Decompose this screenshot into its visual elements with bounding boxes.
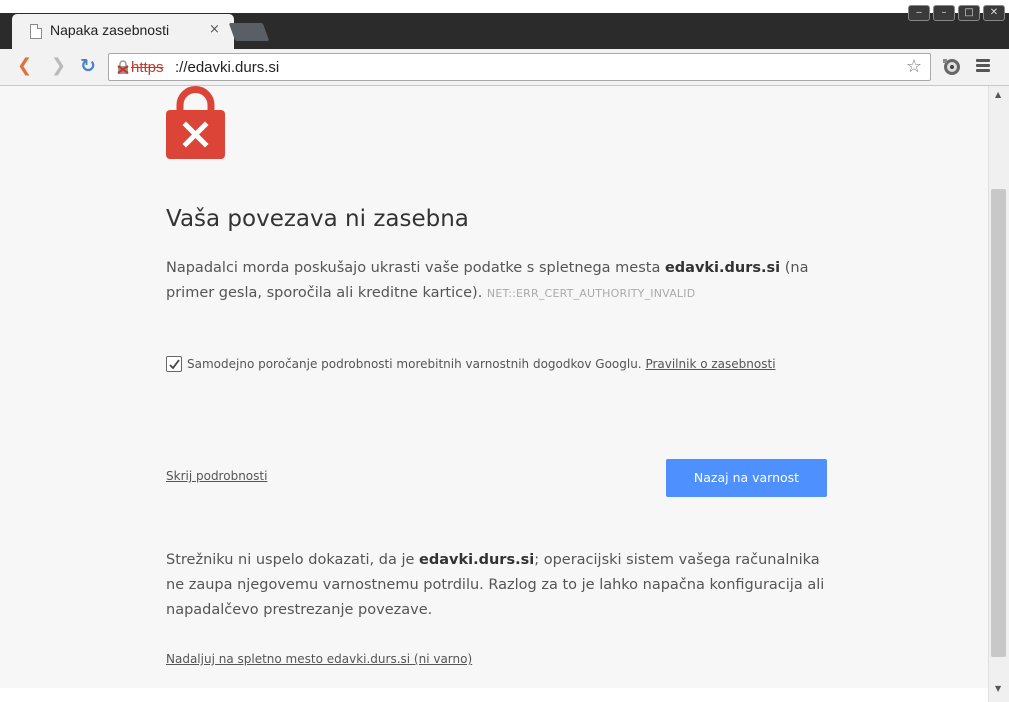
close-window-button[interactable]: ✕	[983, 5, 1005, 21]
page-title: Vaša povezava ni zasebna	[166, 206, 469, 232]
minimize-button[interactable]: –	[933, 5, 955, 21]
url-scheme: https	[131, 59, 164, 76]
details-domain: edavki.durs.si	[419, 552, 535, 568]
error-code[interactable]: NET::ERR_CERT_AUTHORITY_INVALID	[487, 287, 695, 300]
browser-toolbar: ❮ ❯ ↻ https ://edavki.durs.si ☆	[0, 49, 1009, 86]
intro-text-before: Napadalci morda poskušajo ukrasti vaše p…	[166, 260, 665, 276]
hide-details-link[interactable]: Skrij podrobnosti	[166, 469, 267, 483]
checkmark-icon	[169, 359, 180, 370]
back-button[interactable]: ❮	[17, 56, 32, 76]
new-tab-button[interactable]	[228, 23, 270, 41]
red-lock-icon	[166, 86, 225, 159]
reload-button[interactable]: ↻	[80, 56, 96, 76]
extension-icon[interactable]	[941, 57, 963, 77]
browser-tab[interactable]: Napaka zasebnosti ×	[12, 14, 234, 49]
menu-icon[interactable]	[976, 59, 990, 73]
back-to-safety-button[interactable]: Nazaj na varnost	[666, 459, 827, 497]
scroll-up-arrow-icon[interactable]: ▲	[995, 90, 1001, 99]
intro-paragraph: Napadalci morda poskušajo ukrasti vaše p…	[166, 256, 836, 306]
window-controls: ‒ – □ ✕	[908, 5, 1005, 21]
proceed-unsafe-link[interactable]: Nadaljuj na spletno mesto edavki.durs.si…	[166, 652, 472, 666]
intro-domain: edavki.durs.si	[664, 260, 781, 276]
address-bar[interactable]: https ://edavki.durs.si ☆	[108, 53, 931, 81]
details-text-before: Strežniku ni uspelo dokazati, da je	[166, 552, 420, 568]
screen-top-strip	[0, 0, 1009, 13]
tab-close-icon[interactable]: ×	[209, 22, 220, 37]
details-paragraph: Strežniku ni uspelo dokazati, da je edav…	[166, 548, 836, 623]
privacy-policy-link[interactable]: Pravilnik o zasebnosti	[645, 357, 775, 371]
bookmark-star-icon[interactable]: ☆	[906, 56, 922, 77]
report-option: Samodejno poročanje podrobnosti morebitn…	[166, 352, 806, 376]
window-control-1[interactable]: ‒	[908, 5, 930, 21]
scroll-down-arrow-icon[interactable]: ▼	[995, 684, 1001, 693]
screen-bottom-strip	[0, 688, 988, 702]
scroll-thumb[interactable]	[991, 189, 1006, 657]
broken-lock-icon	[117, 60, 129, 74]
report-checkbox[interactable]	[166, 356, 182, 372]
url-host: ://edavki.durs.si	[175, 59, 280, 76]
maximize-button[interactable]: □	[958, 5, 980, 21]
tab-title: Napaka zasebnosti	[50, 22, 170, 38]
forward-button[interactable]: ❯	[51, 56, 66, 76]
report-label: Samodejno poročanje podrobnosti morebitn…	[187, 357, 646, 371]
vertical-scrollbar[interactable]: ▲ ▼	[988, 86, 1009, 702]
page-icon	[30, 24, 42, 39]
page-content: Vaša povezava ni zasebna Napadalci morda…	[0, 86, 988, 702]
